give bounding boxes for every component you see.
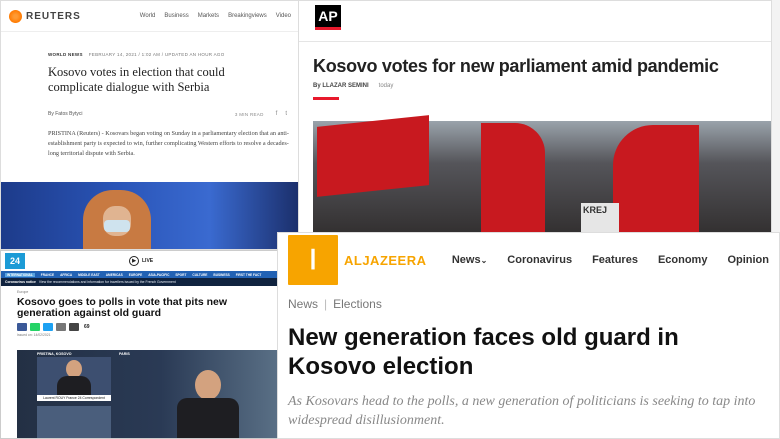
f24-map-inset bbox=[37, 406, 111, 438]
ap-article-panel: AP Kosovo votes for new parliament amid … bbox=[298, 0, 772, 240]
ap-byline[interactable]: By LLAZAR SEMINI bbox=[313, 83, 369, 89]
reuters-nav-world[interactable]: World bbox=[140, 13, 156, 19]
reuters-byline[interactable]: By Fatos Bytyci bbox=[48, 111, 82, 117]
twitter-icon[interactable]: t bbox=[285, 111, 287, 117]
f24-topbar: 24 ▶ LIVE bbox=[1, 251, 277, 271]
f24-notice-text: View the recommendations and information… bbox=[38, 280, 176, 284]
aj-header: ﺍ ALJAZEERA News⌄ Coronavirus Features E… bbox=[278, 233, 779, 287]
f24-nav-africa[interactable]: AFRICA bbox=[60, 273, 72, 277]
albanian-flag-1 bbox=[317, 115, 429, 197]
reuters-body: PRISTINA (Reuters) - Kosovars began voti… bbox=[48, 130, 289, 157]
share-icon[interactable] bbox=[69, 323, 79, 331]
reuters-date: FEBRUARY 14, 2021 / 1:02 AM / UPDATED AN… bbox=[88, 52, 225, 57]
aj-nav-news[interactable]: News⌄ bbox=[452, 254, 487, 266]
f24-share-row: 69 bbox=[17, 323, 277, 331]
f24-nav-business[interactable]: BUSINESS bbox=[213, 273, 229, 277]
f24-coronavirus-notice[interactable]: Coronavirus notice View the recommendati… bbox=[1, 278, 277, 286]
f24-issued-date: Issued on: 14/02/2021 bbox=[17, 333, 51, 337]
ap-divider bbox=[313, 97, 339, 100]
aj-nav: News⌄ Coronavirus Features Economy Opini… bbox=[452, 254, 769, 266]
aj-nav-coronavirus[interactable]: Coronavirus bbox=[507, 254, 572, 266]
reuters-header: REUTERS World Business Markets Breakingv… bbox=[1, 1, 299, 32]
reuters-photo bbox=[1, 182, 299, 249]
f24-breadcrumb[interactable]: Europe bbox=[17, 290, 277, 294]
f24-live-button[interactable]: ▶ LIVE bbox=[129, 256, 153, 266]
aj-logo-icon[interactable]: ﺍ bbox=[288, 235, 338, 285]
anchor-head bbox=[195, 370, 221, 400]
f24-nav-france[interactable]: FRANCE bbox=[41, 273, 54, 277]
aj-crumb-news[interactable]: News bbox=[288, 297, 318, 311]
f24-nav-international[interactable]: INTERNATIONAL bbox=[5, 272, 35, 277]
email-icon[interactable] bbox=[56, 323, 66, 331]
ap-byline-row: By LLAZAR SEMINI today bbox=[313, 83, 393, 89]
f24-headline: Kosovo goes to polls in vote that pits n… bbox=[17, 296, 228, 319]
reuters-nav: World Business Markets Breakingviews Vid… bbox=[140, 13, 291, 19]
reuters-article-panel: REUTERS World Business Markets Breakingv… bbox=[0, 0, 300, 250]
albanian-flag-2 bbox=[481, 123, 545, 239]
f24-video-player[interactable]: PRISTINA, KOSOVO PARIS Laurent ROUY Fran… bbox=[17, 350, 277, 438]
ap-headline: Kosovo votes for new parliament amid pan… bbox=[313, 56, 719, 76]
aj-nav-economy[interactable]: Economy bbox=[658, 254, 708, 266]
ap-photo: KREJ bbox=[313, 115, 771, 239]
france24-article-panel: 24 ▶ LIVE INTERNATIONAL FRANCE AFRICA MI… bbox=[0, 250, 278, 439]
f24-reporter-name: Laurent ROUY France 24 Correspondent bbox=[37, 395, 111, 401]
aj-crumb-elections[interactable]: Elections bbox=[333, 297, 382, 311]
ap-logo[interactable]: AP bbox=[315, 5, 341, 27]
protest-sign: KREJ bbox=[581, 203, 619, 233]
facebook-icon[interactable]: f bbox=[276, 111, 278, 117]
f24-video-inset bbox=[37, 357, 111, 395]
f24-nav-first-the-fact[interactable]: FIRST THE FACT bbox=[236, 273, 262, 277]
ap-header: AP bbox=[299, 1, 771, 42]
f24-live-label: LIVE bbox=[142, 258, 154, 264]
f24-nav-europe[interactable]: EUROPE bbox=[129, 273, 142, 277]
reuters-headline: Kosovo votes in election that could comp… bbox=[48, 65, 225, 94]
aj-breadcrumb: News | Elections bbox=[288, 297, 779, 311]
voter-mask bbox=[104, 220, 130, 232]
aj-dek: As Kosovars head to the polls, a new gen… bbox=[288, 394, 756, 428]
whatsapp-icon[interactable] bbox=[30, 323, 40, 331]
f24-notice-label: Coronavirus notice bbox=[5, 280, 36, 284]
reporter-body bbox=[57, 376, 91, 395]
chevron-down-icon: ⌄ bbox=[480, 256, 488, 265]
reuters-logo-text: REUTERS bbox=[26, 10, 81, 22]
play-icon: ▶ bbox=[129, 256, 139, 266]
reuters-logo[interactable]: REUTERS bbox=[9, 9, 81, 23]
facebook-icon[interactable] bbox=[17, 323, 27, 331]
albanian-flag-3 bbox=[613, 125, 699, 239]
reuters-read-time: 3 MIN READ bbox=[234, 111, 264, 117]
anchor-body bbox=[177, 398, 239, 438]
f24-nav-americas[interactable]: AMERICAS bbox=[106, 273, 123, 277]
reuters-logo-icon bbox=[9, 9, 22, 23]
aljazeera-article-panel: ﺍ ALJAZEERA News⌄ Coronavirus Features E… bbox=[277, 232, 780, 439]
twitter-icon[interactable] bbox=[43, 323, 53, 331]
reuters-nav-video[interactable]: Video bbox=[276, 13, 291, 19]
f24-nav-culture[interactable]: CULTURE bbox=[192, 273, 207, 277]
aj-crumb-separator: | bbox=[324, 297, 328, 311]
aj-nav-opinion[interactable]: Opinion bbox=[727, 254, 769, 266]
f24-video-paris: PARIS bbox=[119, 352, 130, 356]
aj-wordmark[interactable]: ALJAZEERA bbox=[344, 253, 427, 268]
f24-nav-middle-east[interactable]: MIDDLE EAST bbox=[78, 273, 100, 277]
f24-video-location: PRISTINA, KOSOVO bbox=[37, 352, 72, 356]
f24-nav-asia-pacific[interactable]: ASIA-PACIFIC bbox=[148, 273, 169, 277]
f24-share-count: 69 bbox=[84, 324, 90, 330]
reuters-social: f t bbox=[276, 111, 287, 117]
reuters-nav-business[interactable]: Business bbox=[164, 13, 188, 19]
aj-nav-features[interactable]: Features bbox=[592, 254, 638, 266]
f24-logo[interactable]: 24 bbox=[5, 253, 25, 269]
f24-nav: INTERNATIONAL FRANCE AFRICA MIDDLE EAST … bbox=[1, 271, 277, 278]
ap-logo-bar bbox=[315, 27, 341, 30]
reuters-nav-breakingviews[interactable]: Breakingviews bbox=[228, 13, 267, 19]
ap-date: today bbox=[378, 83, 394, 89]
reuters-meta: WORLD NEWS FEBRUARY 14, 2021 / 1:02 AM / … bbox=[48, 52, 299, 57]
reuters-section[interactable]: WORLD NEWS bbox=[48, 52, 83, 57]
f24-nav-sport[interactable]: SPORT bbox=[175, 273, 186, 277]
reuters-nav-markets[interactable]: Markets bbox=[198, 13, 219, 19]
aj-headline: New generation faces old guard in Kosovo… bbox=[288, 324, 679, 380]
reuters-byline-row: By Fatos Bytyci 3 MIN READ f t bbox=[48, 111, 287, 117]
